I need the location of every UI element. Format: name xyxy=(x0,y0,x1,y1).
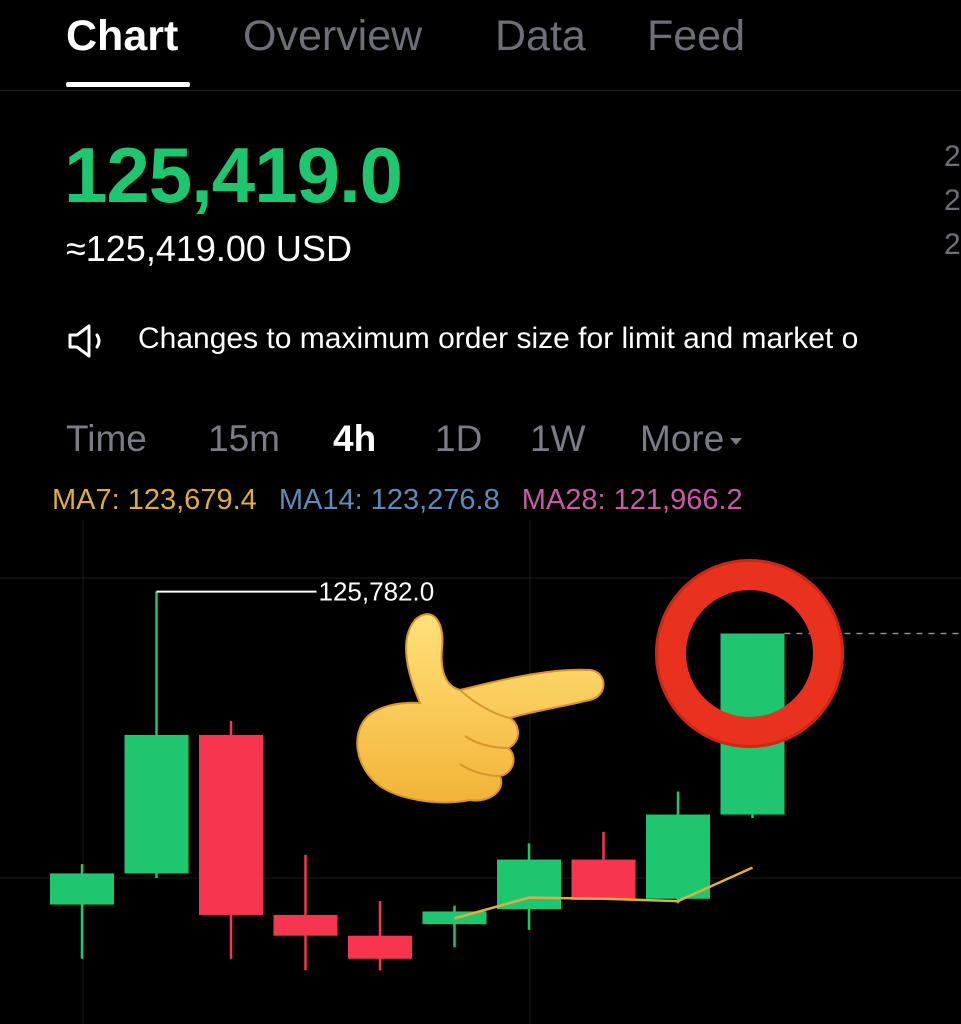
tab-feed[interactable]: Feed xyxy=(647,12,745,61)
candle-body xyxy=(124,734,189,874)
tab-overview[interactable]: Overview xyxy=(243,12,422,61)
top-tabs: Chart Overview Data Feed xyxy=(0,0,961,91)
price-converted: ≈125,419.00 USD xyxy=(66,228,352,269)
tab-chart[interactable]: Chart xyxy=(66,12,178,61)
candle-body xyxy=(273,914,338,936)
candle-body xyxy=(497,859,561,910)
red-circle-ring xyxy=(655,559,844,748)
interval-1d[interactable]: 1D xyxy=(435,418,482,460)
more-label: More xyxy=(640,418,725,459)
tab-data[interactable]: Data xyxy=(495,12,586,61)
last-price: 125,419.0 xyxy=(64,131,403,219)
side-stat-value: 2 xyxy=(944,184,961,217)
interval-4h[interactable]: 4h xyxy=(333,418,376,460)
active-tab-indicator xyxy=(66,82,190,87)
pointing-hand-emoji xyxy=(356,613,605,804)
candle-body xyxy=(348,935,412,959)
speaker-icon xyxy=(68,324,101,358)
candle-body xyxy=(646,814,710,899)
ma28-value: MA28: 121,966.2 xyxy=(521,484,743,516)
ma-legend: MA7: 123,679.4 MA14: 123,276.8 MA28: 121… xyxy=(52,484,757,517)
interval-selector: Time 15m 4h 1D 1W More xyxy=(0,418,961,466)
ma7-value: MA7: 123,679.4 xyxy=(52,484,257,516)
candle-body xyxy=(571,859,636,900)
candle-body xyxy=(199,734,263,915)
interval-time[interactable]: Time xyxy=(66,418,147,460)
announcement-text: Changes to maximum order size for limit … xyxy=(138,322,859,355)
candle-body xyxy=(50,873,114,905)
caret-down-icon xyxy=(730,437,743,445)
interval-more[interactable]: More xyxy=(640,418,743,460)
announcement-bar[interactable]: Changes to maximum order size for limit … xyxy=(66,318,961,364)
interval-1w[interactable]: 1W xyxy=(530,418,586,460)
interval-15m[interactable]: 15m xyxy=(208,418,280,460)
ma14-value: MA14: 123,276.8 xyxy=(278,484,500,516)
high-price-label: 125,782.0 xyxy=(319,577,435,607)
side-stat-value: 2 xyxy=(944,140,961,173)
side-stat-value: 2 xyxy=(944,228,961,261)
